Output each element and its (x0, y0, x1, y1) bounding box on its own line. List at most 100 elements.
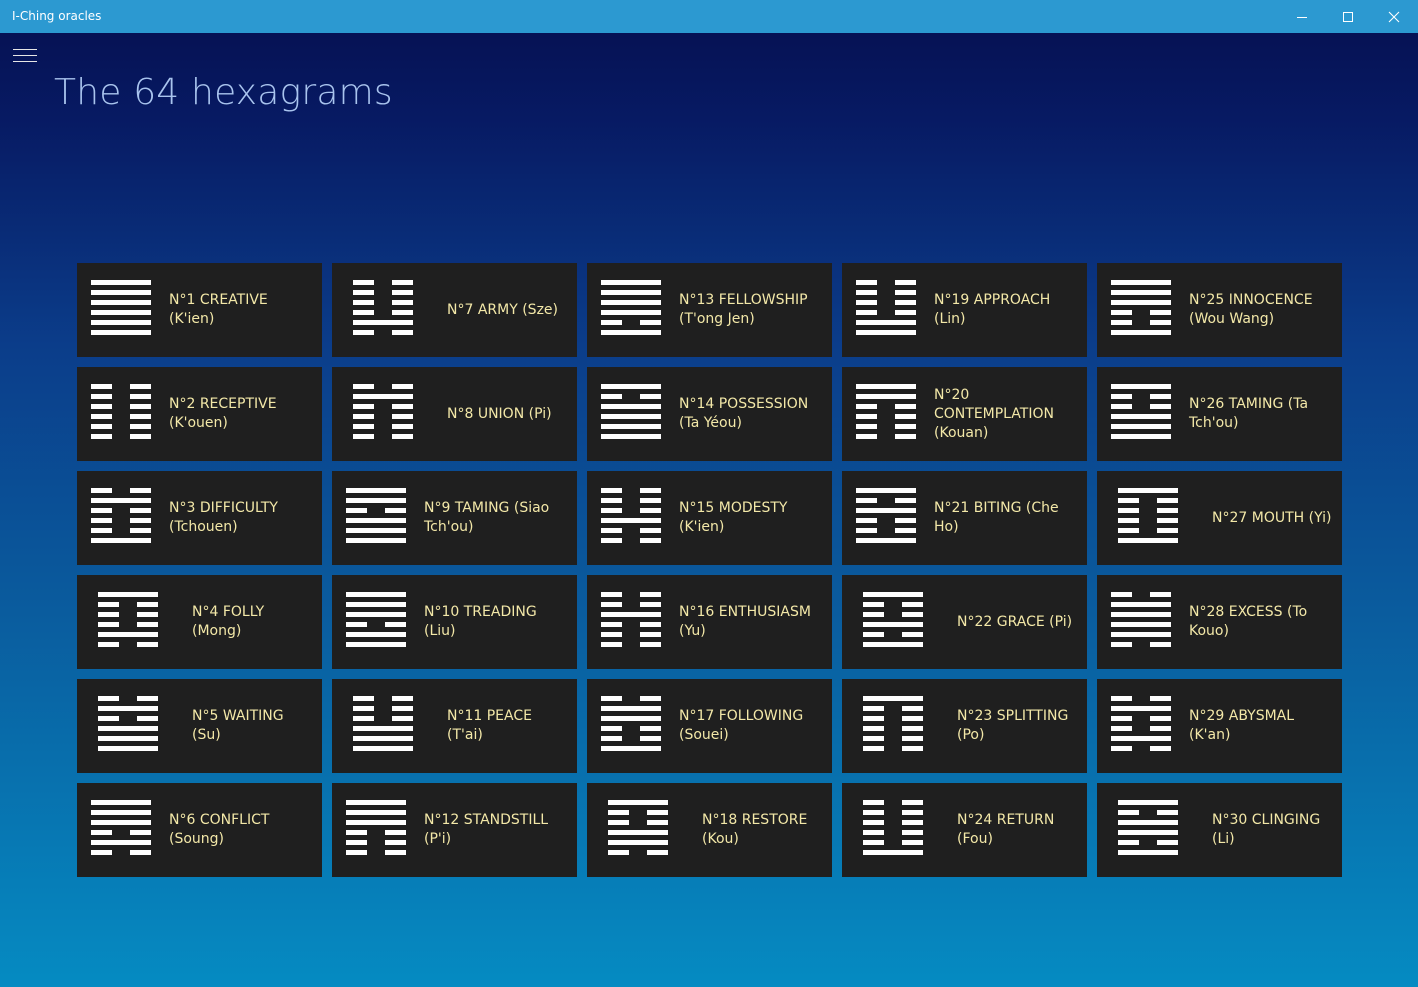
hexagram-symbol-icon (601, 384, 661, 439)
hexagram-tile[interactable]: N°6 CONFLICT (Soung) (77, 783, 322, 877)
yang-line (856, 488, 916, 493)
yin-line (98, 642, 158, 647)
hexagram-tile[interactable]: N°14 POSSESSION (Ta Yéou) (587, 367, 832, 461)
yin-line (346, 508, 406, 513)
hexagram-tile[interactable]: N°4 FOLLY (Mong) (77, 575, 322, 669)
yang-line (608, 840, 668, 845)
yang-line (601, 280, 661, 285)
yang-line (353, 320, 413, 325)
page-title: The 64 hexagrams (54, 72, 393, 113)
yang-line (863, 696, 923, 701)
yang-line (601, 300, 661, 305)
yin-line (601, 320, 661, 325)
yin-line (353, 290, 413, 295)
hexagram-label: N°3 DIFFICULTY (Tchouen) (169, 500, 278, 535)
hexagram-tile[interactable]: N°9 TAMING (Siao Tch'ou) (332, 471, 577, 565)
hexagram-tile[interactable]: N°7 ARMY (Sze) (332, 263, 577, 357)
yin-line (91, 508, 151, 513)
yin-line (353, 280, 413, 285)
hexagram-tile[interactable]: N°5 WAITING (Su) (77, 679, 322, 773)
minimize-button[interactable] (1279, 0, 1325, 33)
yang-line (601, 384, 661, 389)
yang-line (346, 528, 406, 533)
hexagram-symbol-icon (91, 488, 151, 543)
yang-line (1111, 706, 1171, 711)
hexagram-tile[interactable]: N°16 ENTHUSIASM (Yu) (587, 575, 832, 669)
hamburger-menu-icon[interactable] (13, 49, 38, 63)
hexagram-symbol-icon (98, 696, 158, 751)
yang-line (601, 716, 661, 721)
yin-line (856, 414, 916, 419)
hexagram-label: N°20 CONTEMPLATION (Kouan) (934, 386, 1054, 441)
yin-line (353, 716, 413, 721)
yin-line (856, 290, 916, 295)
yang-line (863, 592, 923, 597)
yin-line (353, 414, 413, 419)
hexagram-label: N°9 TAMING (Siao Tch'ou) (424, 500, 550, 535)
hexagram-tile[interactable]: N°11 PEACE (T'ai) (332, 679, 577, 773)
yin-line (353, 706, 413, 711)
hexagram-label: N°2 RECEPTIVE (K'ouen) (169, 396, 277, 431)
yin-line (1111, 746, 1171, 751)
hexagram-tile[interactable]: N°19 APPROACH (Lin) (842, 263, 1087, 357)
hexagram-tile[interactable]: N°20 CONTEMPLATION (Kouan) (842, 367, 1087, 461)
yin-line (856, 528, 916, 533)
yang-line (1118, 830, 1178, 835)
hexagram-symbol-icon (856, 488, 916, 543)
hexagram-tile[interactable]: N°3 DIFFICULTY (Tchouen) (77, 471, 322, 565)
hexagram-tile[interactable]: N°25 INNOCENCE (Wou Wang) (1097, 263, 1342, 357)
hexagram-tile[interactable]: N°17 FOLLOWING (Souei) (587, 679, 832, 773)
hexagram-tile[interactable]: N°10 TREADING (Liu) (332, 575, 577, 669)
yin-line (856, 434, 916, 439)
hexagram-tile[interactable]: N°13 FELLOWSHIP (T'ong Jen) (587, 263, 832, 357)
yang-line (91, 810, 151, 815)
yin-line (91, 528, 151, 533)
hexagram-tile[interactable]: N°26 TAMING (Ta Tch'ou) (1097, 367, 1342, 461)
yang-line (601, 434, 661, 439)
yin-line (353, 384, 413, 389)
yin-line (1111, 320, 1171, 325)
hexagram-symbol-icon (1118, 800, 1178, 855)
hexagram-tile[interactable]: N°29 ABYSMAL (K'an) (1097, 679, 1342, 773)
yang-line (608, 830, 668, 835)
yin-line (91, 518, 151, 523)
yin-line (98, 696, 158, 701)
yin-line (353, 424, 413, 429)
close-button[interactable] (1371, 0, 1417, 33)
hexagram-tile[interactable]: N°15 MODESTY (K'ien) (587, 471, 832, 565)
hexagram-label: N°25 INNOCENCE (Wou Wang) (1189, 292, 1313, 327)
yang-line (346, 612, 406, 617)
yang-line (1118, 800, 1178, 805)
hexagram-tile[interactable]: N°12 STANDSTILL (P'i) (332, 783, 577, 877)
hexagram-tile[interactable]: N°18 RESTORE (Kou) (587, 783, 832, 877)
yang-line (91, 280, 151, 285)
hexagram-tile[interactable]: N°21 BITING (Che Ho) (842, 471, 1087, 565)
hexagram-tile[interactable]: N°28 EXCESS (To Kouo) (1097, 575, 1342, 669)
yin-line (863, 800, 923, 805)
yin-line (1111, 310, 1171, 315)
hexagram-tile[interactable]: N°27 MOUTH (Yi) (1097, 471, 1342, 565)
yin-line (856, 300, 916, 305)
yang-line (856, 394, 916, 399)
yin-line (601, 488, 661, 493)
yang-line (346, 642, 406, 647)
yin-line (1111, 696, 1171, 701)
hexagram-tile[interactable]: N°8 UNION (Pi) (332, 367, 577, 461)
yang-line (1118, 538, 1178, 543)
hexagram-tile[interactable]: N°22 GRACE (Pi) (842, 575, 1087, 669)
hexagram-symbol-icon (863, 800, 923, 855)
yin-line (353, 696, 413, 701)
hexagram-label: N°4 FOLLY (Mong) (192, 604, 265, 639)
hexagram-tile[interactable]: N°2 RECEPTIVE (K'ouen) (77, 367, 322, 461)
hexagram-tile[interactable]: N°24 RETURN (Fou) (842, 783, 1087, 877)
yin-line (863, 736, 923, 741)
maximize-button[interactable] (1325, 0, 1371, 33)
yang-line (91, 820, 151, 825)
hexagram-tile[interactable]: N°1 CREATIVE (K'ien) (77, 263, 322, 357)
yin-line (856, 310, 916, 315)
hexagram-tile[interactable]: N°23 SPLITTING (Po) (842, 679, 1087, 773)
hexagram-label: N°5 WAITING (Su) (192, 708, 284, 743)
yin-line (98, 602, 158, 607)
hexagram-tile[interactable]: N°30 CLINGING (Li) (1097, 783, 1342, 877)
hexagram-symbol-icon (608, 800, 668, 855)
